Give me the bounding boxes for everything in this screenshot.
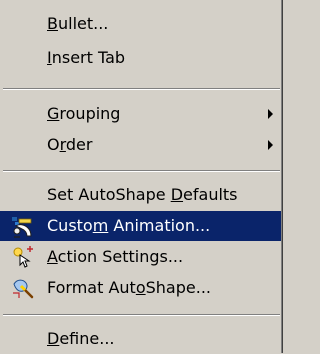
- menu-item-label: Set AutoShape Defaults: [47, 185, 238, 204]
- menu-item-label: Insert Tab: [47, 48, 126, 67]
- context-menu: Bullet... Insert Tab Grouping Order Set …: [0, 0, 283, 353]
- menu-separator: [3, 314, 280, 316]
- menu-item-label: Grouping: [47, 104, 121, 123]
- menu-item-label: Action Settings...: [47, 247, 184, 266]
- action-settings-icon: [11, 245, 35, 269]
- submenu-arrow-icon: [268, 140, 273, 150]
- submenu-arrow-icon: [268, 109, 273, 119]
- menu-item-insert-tab[interactable]: Insert Tab: [0, 43, 281, 73]
- menu-item-format-autoshape[interactable]: Format AutoShape...: [0, 273, 281, 303]
- menu-item-label: Order: [47, 135, 93, 154]
- format-autoshape-icon: [11, 276, 35, 300]
- menu-item-custom-animation[interactable]: Custom Animation...: [0, 211, 281, 241]
- menu-item-label: Custom Animation...: [47, 216, 211, 235]
- menu-item-order[interactable]: Order: [0, 130, 281, 160]
- menu-item-grouping[interactable]: Grouping: [0, 99, 281, 129]
- menu-top-edge: [0, 0, 281, 4]
- menu-border: [281, 0, 283, 353]
- menu-item-label: Bullet...: [47, 14, 109, 33]
- menu-item-label: Define...: [47, 329, 115, 348]
- menu-item-bullet[interactable]: Bullet...: [0, 9, 281, 39]
- custom-animation-icon: [11, 214, 35, 238]
- menu-item-label: Format AutoShape...: [47, 278, 211, 297]
- menu-separator: [3, 88, 280, 90]
- menu-item-define[interactable]: Define...: [0, 324, 281, 354]
- menu-separator: [3, 170, 280, 172]
- menu-item-action-settings[interactable]: Action Settings...: [0, 242, 281, 272]
- menu-item-set-autoshape-defaults[interactable]: Set AutoShape Defaults: [0, 180, 281, 210]
